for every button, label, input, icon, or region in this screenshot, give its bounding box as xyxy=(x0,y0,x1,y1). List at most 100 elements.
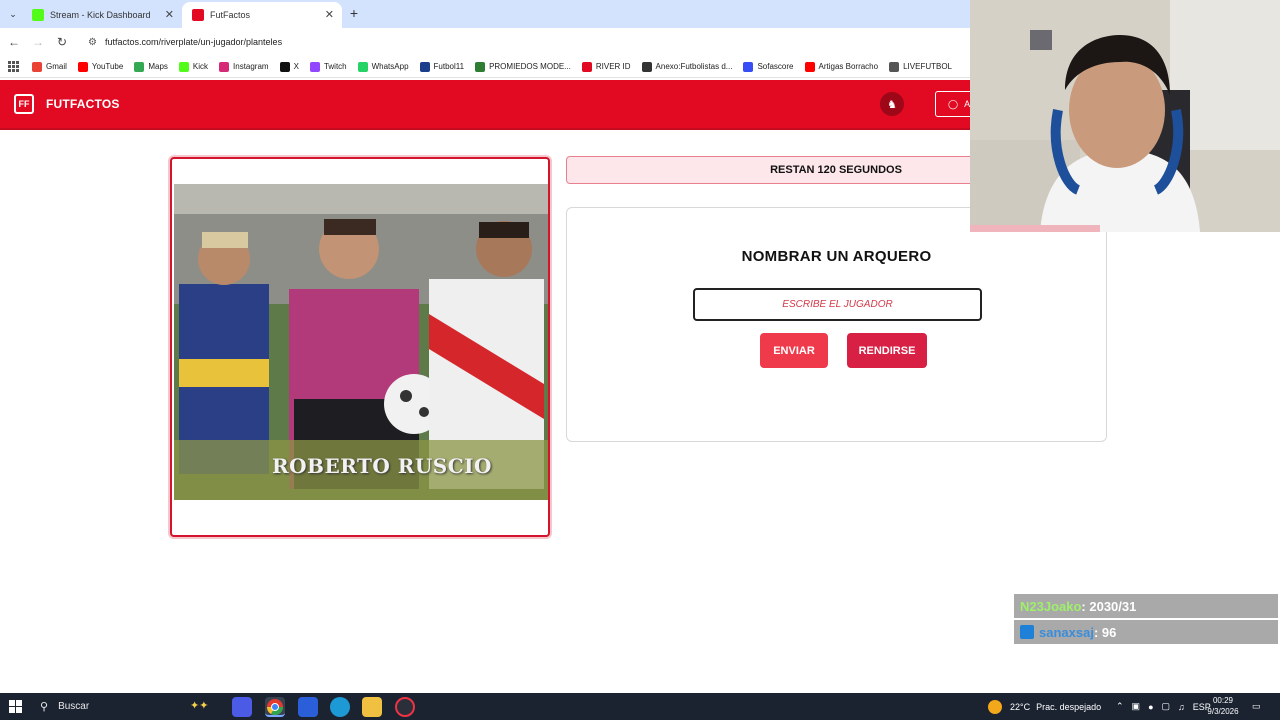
screen: ⌄ Stream - Kick Dashboard ✕ FutFactos ✕ … xyxy=(0,0,1280,720)
maps-icon xyxy=(134,61,145,72)
bookmark-label: WhatsApp xyxy=(371,62,409,71)
meet-now-icon[interactable]: ▣ xyxy=(1132,701,1141,712)
sofascore-icon xyxy=(743,61,754,72)
futbol11-icon xyxy=(419,61,430,72)
bookmark-item[interactable]: X xyxy=(279,61,299,72)
file-explorer-icon[interactable] xyxy=(362,697,382,717)
bookmark-label: Anexo:Futbolistas d... xyxy=(655,62,733,71)
address-bar[interactable]: ⚙ futfactos.com/riverplate/un-jugador/pl… xyxy=(78,31,978,53)
webcam-overlay xyxy=(970,0,1280,232)
obs-app-icon[interactable] xyxy=(395,697,415,717)
bookmark-item[interactable]: LIVEFUTBOL xyxy=(889,61,952,72)
chevron-up-icon[interactable]: ⌃ xyxy=(1116,701,1124,712)
tab-futfactos[interactable]: FutFactos ✕ xyxy=(182,2,342,28)
network-icon[interactable]: ▢ xyxy=(1162,701,1171,712)
bookmark-item[interactable]: Artigas Borracho xyxy=(804,61,879,72)
chat-text: : 2030/31 xyxy=(1081,598,1137,614)
store-app-icon[interactable] xyxy=(298,697,318,717)
bookmark-label: YouTube xyxy=(91,62,124,71)
tab-label: FutFactos xyxy=(210,10,251,20)
microphone-icon[interactable]: ● xyxy=(1148,702,1153,712)
bookmark-label: Sofascore xyxy=(757,62,794,71)
windows-taskbar: ⚲ Buscar ✦✦ 22°C Prac. despejado ⌃ ▣ ● ▢… xyxy=(0,693,1280,720)
bookmark-item[interactable]: Sofascore xyxy=(743,61,794,72)
chat-message: N23Joako : 2030/31 xyxy=(1014,594,1278,618)
give-up-button[interactable]: RENDIRSE xyxy=(847,333,927,368)
weather-sun-icon xyxy=(988,699,1002,714)
bookmark-label: Instagram xyxy=(233,62,269,71)
apps-grid-icon[interactable] xyxy=(8,60,20,73)
kick-icon xyxy=(32,9,44,21)
bookmark-label: X xyxy=(293,62,299,71)
youtube-icon xyxy=(77,61,88,72)
close-icon[interactable]: ✕ xyxy=(165,8,174,21)
futfactos-icon xyxy=(192,9,204,21)
promiedos-icon xyxy=(475,61,486,72)
system-clock[interactable]: 00:29 9/3/2026 xyxy=(1200,695,1246,717)
bookmark-item[interactable]: Maps xyxy=(134,61,168,72)
windows-start-icon[interactable] xyxy=(9,700,22,713)
edge-app-icon[interactable] xyxy=(330,697,350,717)
clock-date: 9/3/2026 xyxy=(1207,707,1239,716)
copilot-spark-icon: ✦✦ xyxy=(190,700,209,712)
volume-icon[interactable]: ♫ xyxy=(1178,702,1185,712)
bookmark-item[interactable]: Instagram xyxy=(219,61,269,72)
new-tab-icon[interactable]: + xyxy=(345,4,363,22)
bookmark-item[interactable]: RIVER ID xyxy=(581,61,631,72)
taskbar-search[interactable]: ⚲ Buscar ✦✦ xyxy=(34,695,214,718)
bookmark-item[interactable]: Gmail xyxy=(32,61,67,72)
bookmark-item[interactable]: Anexo:Futbolistas d... xyxy=(641,61,733,72)
question-card: NOMBRAR UN ARQUERO ENVIAR RENDIRSE xyxy=(566,207,1107,442)
user-icon: ◯ xyxy=(948,98,959,109)
bookmark-item[interactable]: WhatsApp xyxy=(357,61,409,72)
chat-badge-icon xyxy=(1020,625,1034,639)
search-icon: ⚲ xyxy=(40,701,49,713)
bookmark-label: Futbol11 xyxy=(433,62,465,71)
kick-icon xyxy=(178,61,189,72)
bookmark-label: LIVEFUTBOL xyxy=(903,62,952,71)
chat-username: N23Joako xyxy=(1020,598,1082,614)
bookmark-item[interactable]: Kick xyxy=(178,61,209,72)
site-brand[interactable]: FUTFACTOS xyxy=(46,97,120,111)
livefutbol-icon xyxy=(889,61,900,72)
forward-arrow-icon[interactable]: → xyxy=(30,34,46,50)
youtube-icon xyxy=(804,61,815,72)
futfactos-logo-icon[interactable]: FF xyxy=(14,94,34,114)
river-icon xyxy=(581,61,592,72)
send-button[interactable]: ENVIAR xyxy=(760,333,828,368)
club-shield-icon[interactable]: ♞ xyxy=(880,92,904,116)
bookmark-label: Twitch xyxy=(323,62,347,71)
whatsapp-icon xyxy=(357,61,368,72)
wikipedia-icon xyxy=(641,61,652,72)
webcam-illustration xyxy=(970,0,1280,232)
bookmark-label: Artigas Borracho xyxy=(818,62,879,71)
weather-widget[interactable]: 22°C Prac. despejado xyxy=(988,693,1101,720)
bookmark-label: Kick xyxy=(192,62,209,71)
tab-search-chevron-icon[interactable]: ⌄ xyxy=(4,5,22,23)
weather-desc: Prac. despejado xyxy=(1036,701,1102,712)
chrome-app-icon[interactable] xyxy=(265,697,285,717)
bookmark-item[interactable]: PROMIEDOS MODE... xyxy=(475,61,571,72)
site-info-icon[interactable]: ⚙ xyxy=(88,37,97,48)
tab-kick-dashboard[interactable]: Stream - Kick Dashboard ✕ xyxy=(22,2,182,28)
notifications-icon[interactable]: ▭ xyxy=(1252,693,1261,720)
instagram-icon xyxy=(219,61,230,72)
search-placeholder: Buscar xyxy=(58,701,90,712)
bookmark-item[interactable]: YouTube xyxy=(77,61,124,72)
bookmark-item[interactable]: Twitch xyxy=(309,61,347,72)
reload-icon[interactable]: ↻ xyxy=(54,34,70,50)
player-caption: ROBERTO RUSCIO xyxy=(272,454,492,478)
tab-label: Stream - Kick Dashboard xyxy=(50,10,151,20)
twitch-icon xyxy=(309,61,320,72)
player-name-input[interactable] xyxy=(693,288,982,321)
question-prompt: NOMBRAR UN ARQUERO xyxy=(741,248,932,265)
close-icon[interactable]: ✕ xyxy=(325,8,334,21)
player-photo: ROBERTO RUSCIO xyxy=(174,184,548,500)
player-image-card: ROBERTO RUSCIO xyxy=(170,157,550,537)
back-arrow-icon[interactable]: ← xyxy=(6,34,22,50)
chat-text: : 96 xyxy=(1093,624,1117,640)
chat-username: sanaxsaj xyxy=(1039,624,1094,640)
chat-message: sanaxsaj : 96 xyxy=(1014,620,1278,644)
bookmark-item[interactable]: Futbol11 xyxy=(419,61,465,72)
copilot-app-icon[interactable] xyxy=(232,697,252,717)
